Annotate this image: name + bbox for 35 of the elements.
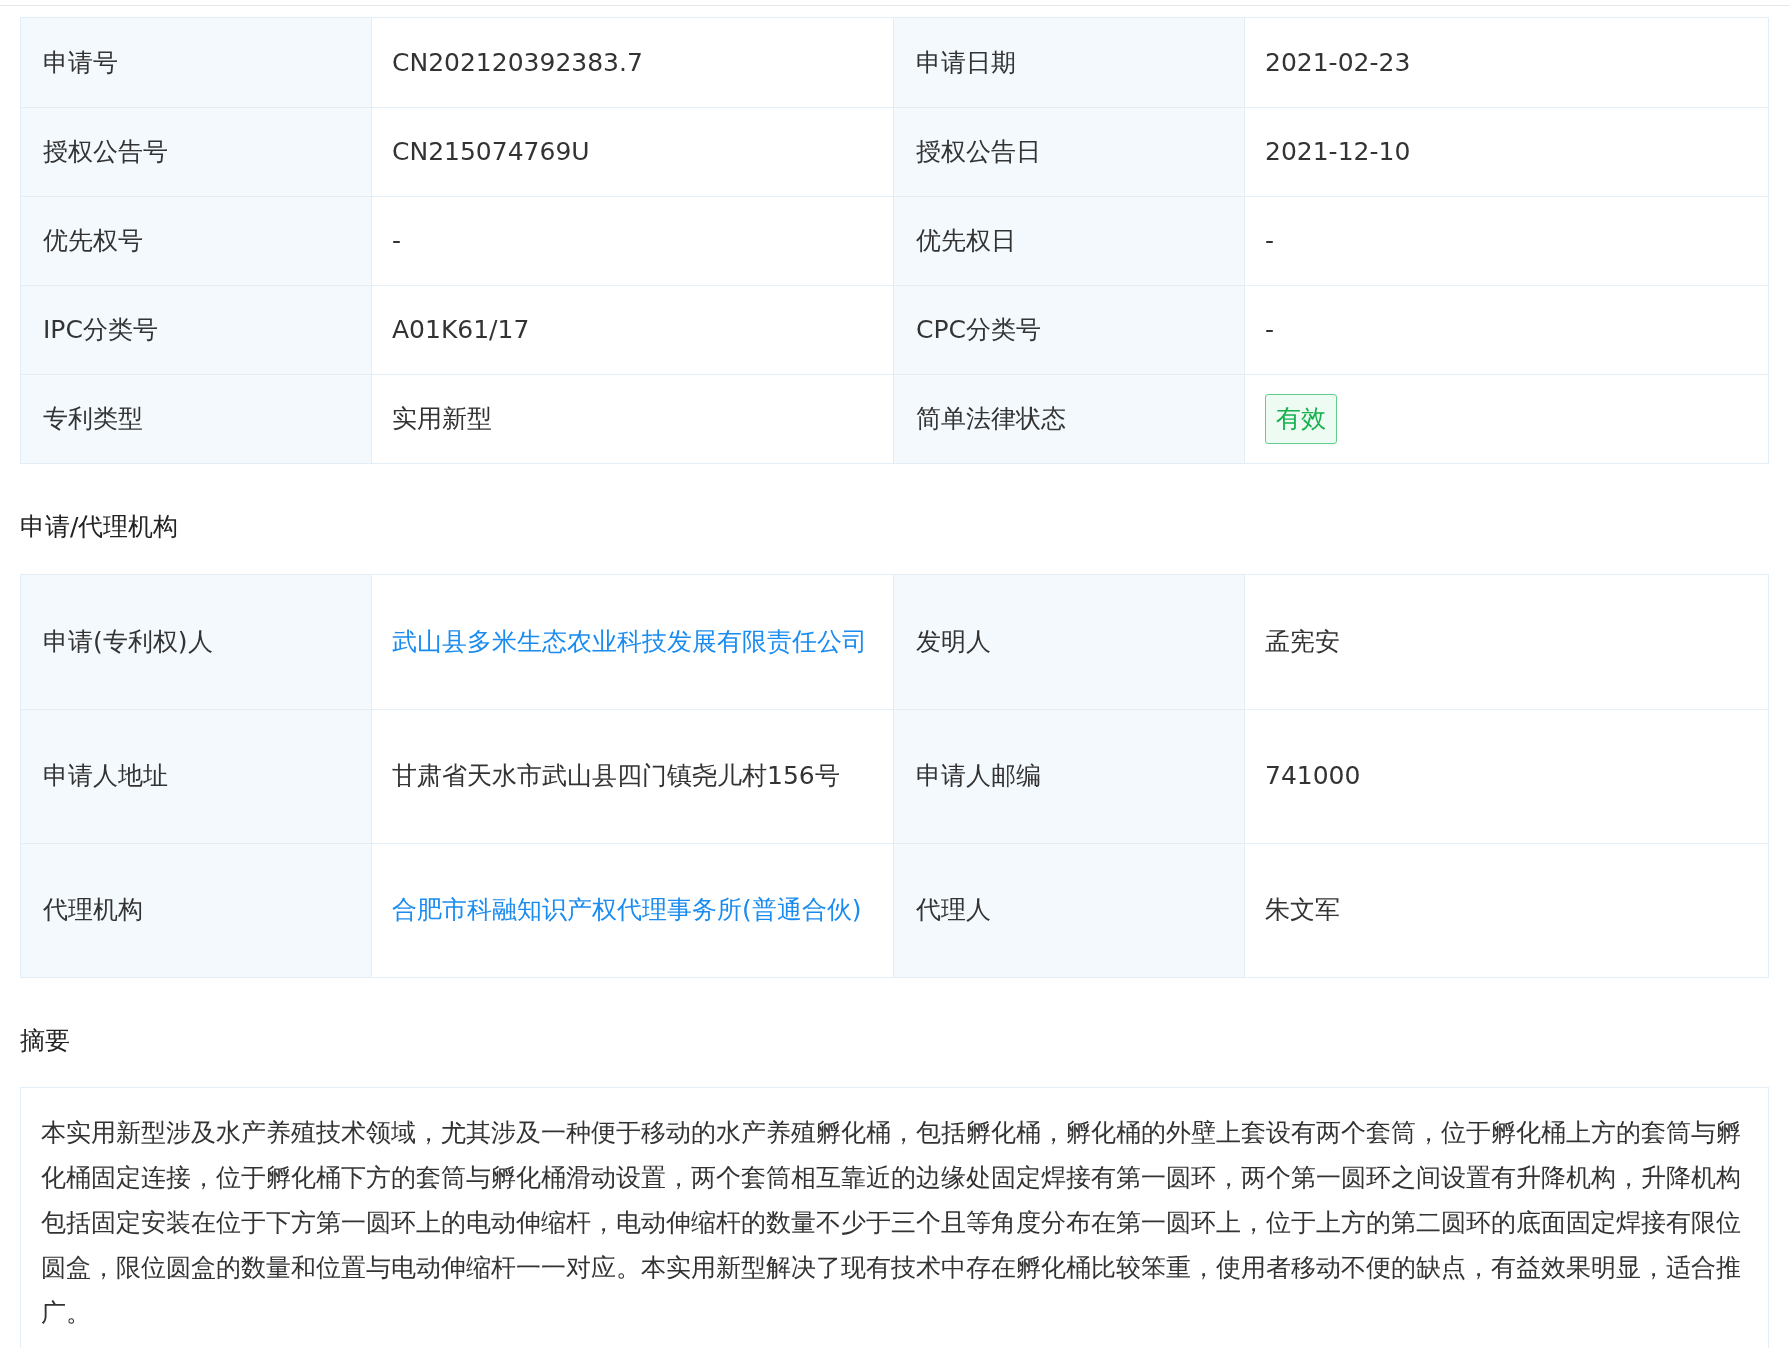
field-value: 2021-12-10 [1265,137,1411,166]
field-value: 741000 [1265,761,1361,790]
field-value: 实用新型 [392,404,492,433]
label-cell: 优先权日 [894,196,1245,285]
label-cell: 申请日期 [894,18,1245,107]
label-cell: 优先权号 [21,196,372,285]
field-value: 甘肃省天水市武山县四门镇尧儿村156号 [392,761,840,790]
abstract-text: 本实用新型涉及水产养殖技术领域，尤其涉及一种便于移动的水产养殖孵化桶，包括孵化桶，孵化桶的外壁上套设有两个套筒，位于孵化桶上方的套筒与孵化桶固定连接，位于孵化桶下方的套筒与孵化桶滑动设置，两个套筒相互靠近的边缘处固定焊接有第一圆环，两个第一圆环之间设置有升降机构，升降机构包括固定安装在位于下方第一圆环上的电动伸缩杆，电动伸缩杆的数量不少于三个且等角度分布在第一圆环上，位于上方的第二圆环的底面固定焊接有限位圆盒，限位圆盒的数量和位置与电动伸缩杆一一对应。本实用新型解决了现有技术中存在孵化桶比较笨重，使用者移动不便的缺点，有益效果明显，适合推广。 [41,1117,1742,1329]
label-cell: 申请号 [21,18,372,107]
label-cell: 简单法律状态 [894,374,1245,463]
field-value: CN215074769U [392,137,590,166]
section-heading: 申请/代理机构 [20,511,180,543]
label-cell: 申请(专利权)人 [21,574,372,709]
link[interactable]: 合肥市科融知识产权代理事务所(普通合伙) [392,895,862,924]
field-value: CN202120392383.7 [392,47,643,77]
label-cell: 专利类型 [21,374,372,463]
label-cell: IPC分类号 [21,285,372,374]
label-cell: 授权公告日 [894,107,1245,196]
field-value: 孟宪安 [1265,626,1340,656]
field-value: 2021-02-23 [1265,47,1411,77]
label-cell: 申请人邮编 [894,708,1245,843]
field-value: 朱文军 [1265,895,1340,924]
label-cell: 代理机构 [21,842,372,977]
field-value: - [392,226,402,255]
label-cell: 代理人 [894,842,1245,977]
label-cell: 授权公告号 [21,107,372,196]
field-value: - [1265,226,1275,255]
label-cell: 申请人地址 [21,708,372,843]
link[interactable]: 武山县多米生态农业科技发展有限责任公司 [392,626,867,656]
status-tag: 有效 [1265,394,1337,444]
label-cell: 发明人 [894,574,1245,709]
field-value: A01K61/17 [392,315,530,344]
section-heading: 摘要 [20,1024,71,1057]
label-cell: CPC分类号 [894,285,1245,374]
field-value: - [1265,315,1275,344]
